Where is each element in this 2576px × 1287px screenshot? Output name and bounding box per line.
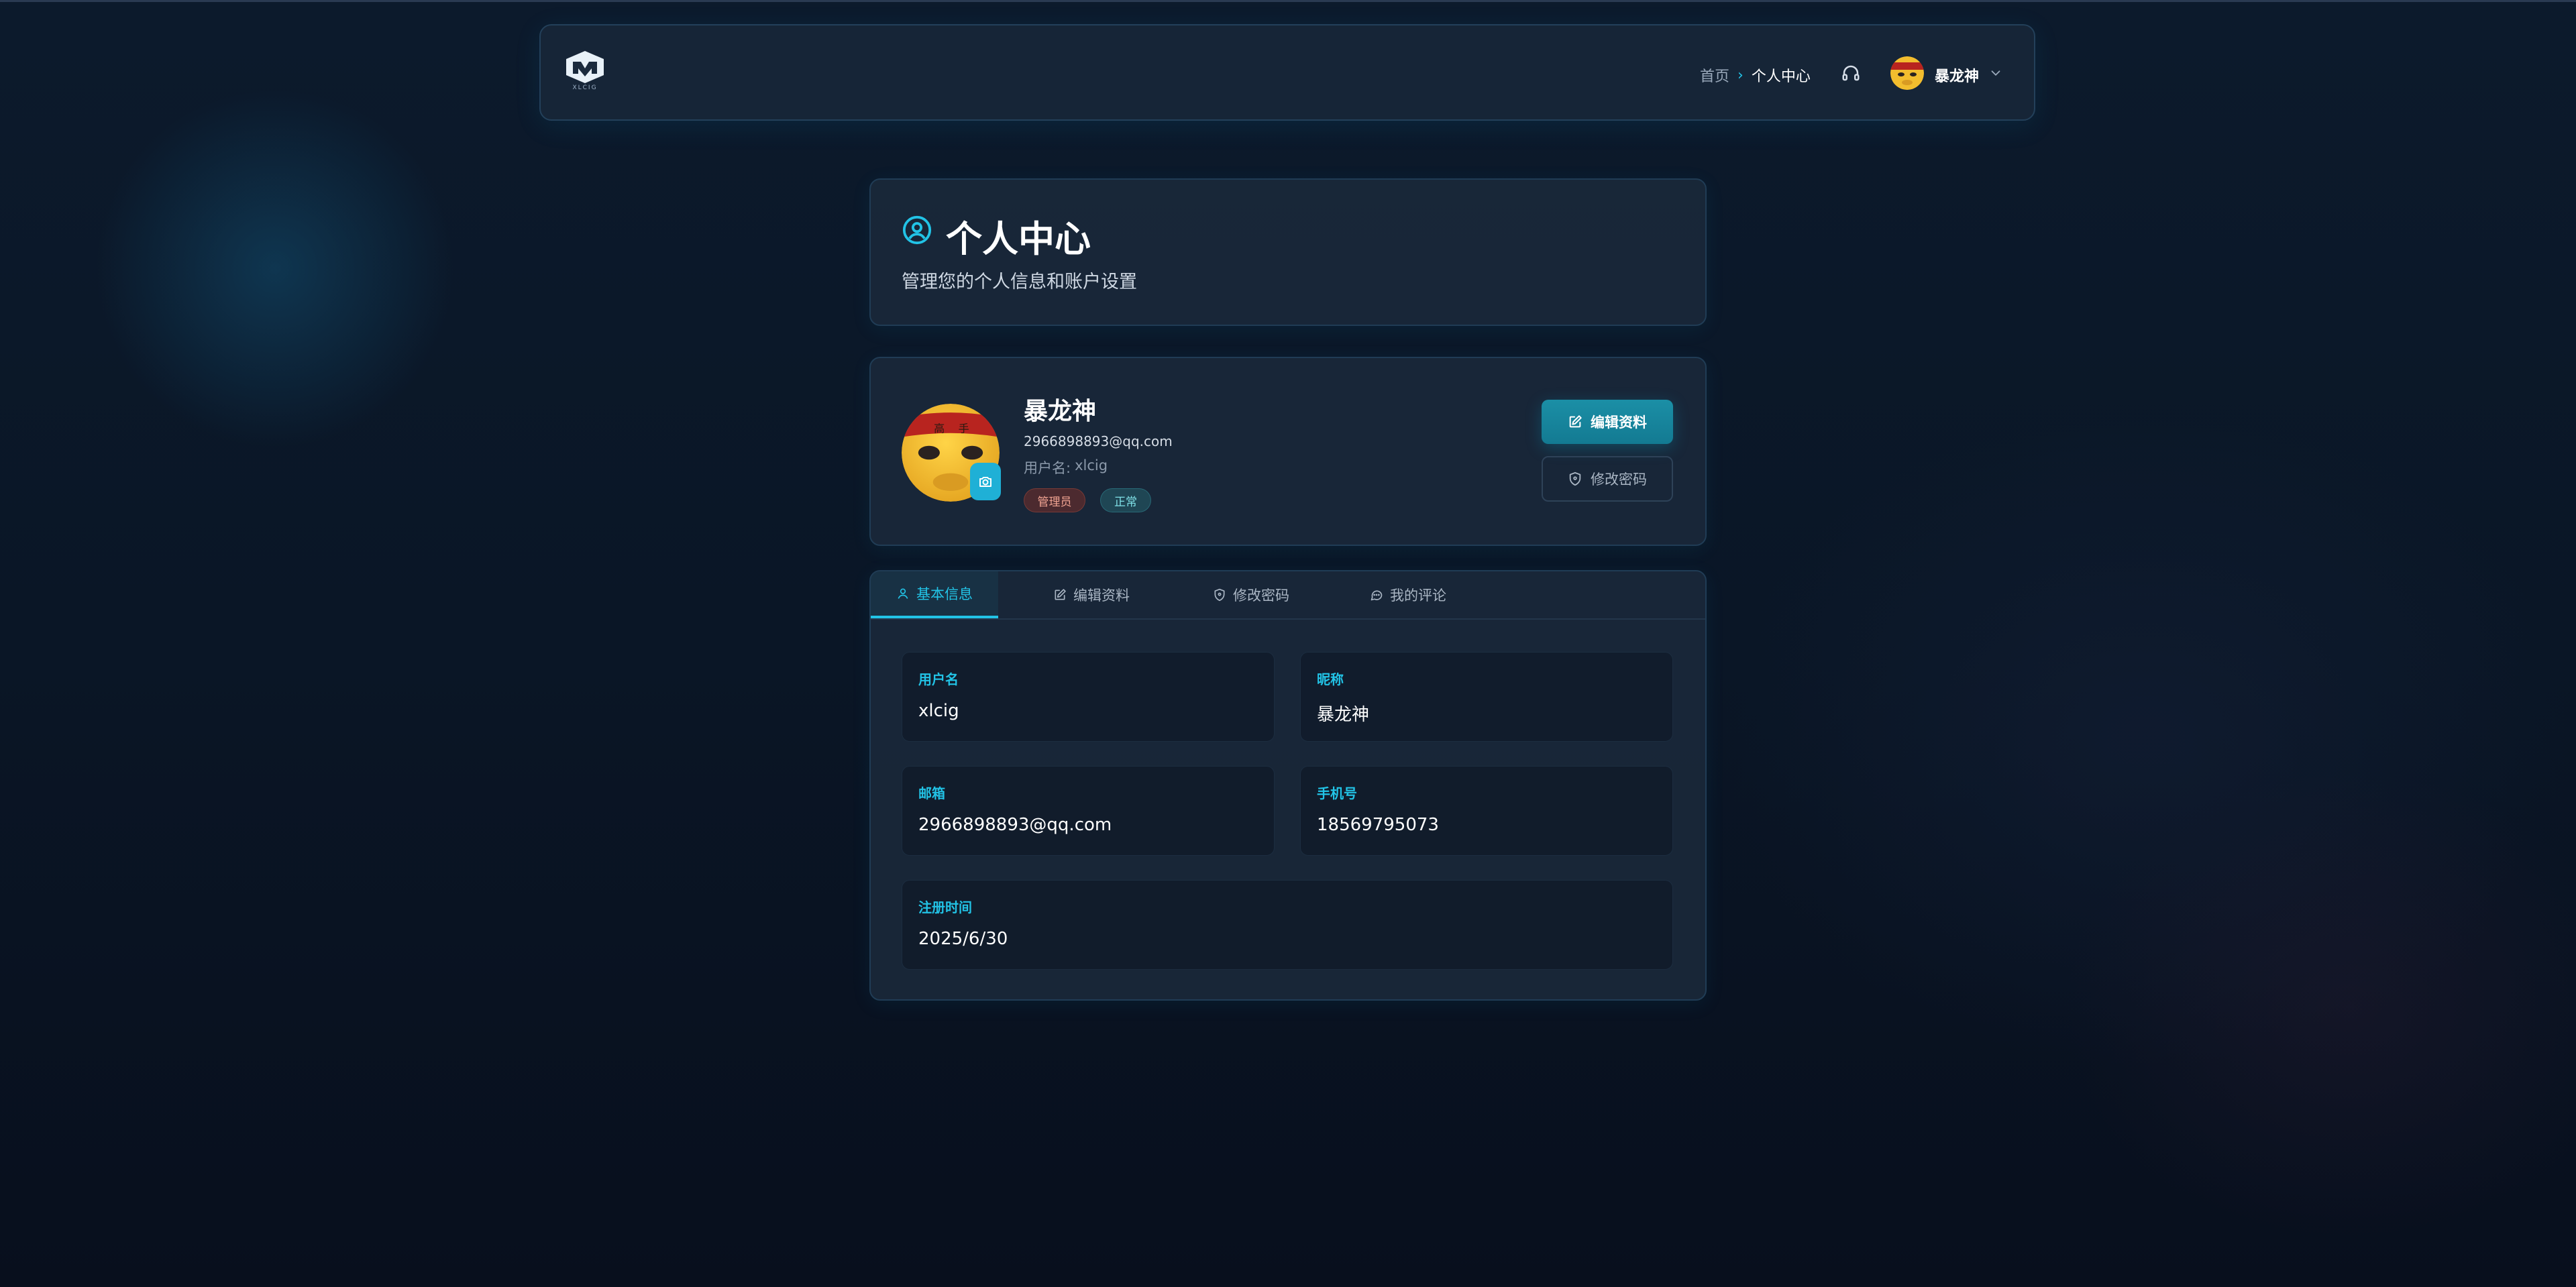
tab-my-comments[interactable]: 我的评论	[1370, 571, 1446, 618]
field-phone-label: 手机号	[1317, 785, 1357, 801]
edit-icon	[1569, 415, 1582, 428]
field-username: 用户名 xlcig	[902, 652, 1275, 742]
page-subtitle: 管理您的个人信息和账户设置	[902, 272, 1137, 292]
tab-change-password[interactable]: 修改密码	[1213, 571, 1289, 618]
profile-details-card: 基本信息 编辑资料 修改密码 我的评论 用户名 xlcig 昵称 暴龙神 邮箱 …	[869, 570, 1707, 1001]
shield-icon	[1214, 588, 1225, 602]
profile-summary-card: 高 手 暴龙神 2966898893@qq.com 用户名: xlcig 管理员…	[869, 357, 1707, 546]
svg-text:手: 手	[959, 422, 969, 435]
page-title: 个人中心	[946, 218, 1091, 260]
avatar[interactable]	[1890, 56, 1924, 90]
field-registered-value: 2025/6/30	[918, 929, 1008, 949]
breadcrumb-current: 个人中心	[1751, 68, 1811, 85]
profile-username-label: 用户名:	[1024, 460, 1071, 476]
breadcrumb-home-link[interactable]: 首页	[1700, 64, 1729, 86]
field-username-value: xlcig	[918, 701, 959, 721]
breadcrumb: 首页 › 个人中心	[1700, 64, 1811, 86]
user-icon	[898, 588, 908, 599]
shield-icon	[1569, 471, 1581, 486]
tab-bar: 基本信息 编辑资料 修改密码 我的评论	[871, 571, 1705, 620]
change-avatar-button[interactable]	[970, 463, 1001, 500]
field-nickname-value: 暴龙神	[1317, 705, 1370, 725]
tab-basic-info[interactable]: 基本信息	[871, 571, 998, 618]
field-nickname: 昵称 暴龙神	[1300, 652, 1673, 742]
field-username-label: 用户名	[918, 671, 959, 687]
change-password-label: 修改密码	[1591, 471, 1647, 488]
tab-change-password-label: 修改密码	[1233, 587, 1289, 604]
logo[interactable]: XLCIG	[564, 50, 606, 97]
profile-email: 2966898893@qq.com	[1024, 433, 1173, 449]
breadcrumb-separator: ›	[1737, 66, 1743, 84]
logo-icon	[566, 51, 604, 83]
profile-name: 暴龙神	[1024, 398, 1097, 425]
camera-icon	[979, 477, 991, 487]
profile-username: 用户名: xlcig	[1024, 457, 1108, 478]
edit-profile-label: 编辑资料	[1591, 414, 1647, 431]
field-nickname-label: 昵称	[1317, 671, 1344, 687]
header-username[interactable]: 暴龙神	[1935, 64, 1979, 86]
field-phone-value: 18569795073	[1317, 815, 1439, 835]
user-circle-icon	[902, 215, 932, 245]
field-email-label: 邮箱	[918, 785, 945, 801]
change-password-button[interactable]: 修改密码	[1542, 456, 1673, 502]
tab-edit-profile-label: 编辑资料	[1073, 587, 1130, 604]
svg-text:高: 高	[934, 422, 945, 435]
status-badge: 正常	[1100, 488, 1151, 512]
top-header: XLCIG 首页 › 个人中心 暴龙神	[539, 24, 2035, 121]
tab-edit-profile[interactable]: 编辑资料	[1053, 571, 1130, 618]
field-registered-label: 注册时间	[918, 899, 972, 915]
tab-basic-info-label: 基本信息	[916, 586, 973, 602]
field-email-value: 2966898893@qq.com	[918, 815, 1112, 835]
logo-text: XLCIG	[572, 85, 598, 91]
field-email: 邮箱 2966898893@qq.com	[902, 766, 1275, 856]
chevron-down-icon[interactable]	[1988, 66, 2003, 80]
profile-username-value: xlcig	[1075, 457, 1108, 473]
field-registered: 注册时间 2025/6/30	[902, 880, 1673, 970]
headset-icon[interactable]	[1841, 63, 1861, 83]
comment-icon	[1371, 590, 1383, 601]
tab-my-comments-label: 我的评论	[1390, 587, 1446, 604]
field-phone: 手机号 18569795073	[1300, 766, 1673, 856]
edit-icon	[1055, 589, 1066, 600]
top-border	[0, 0, 2576, 2]
page-title-card: 个人中心 管理您的个人信息和账户设置	[869, 178, 1707, 326]
edit-profile-button[interactable]: 编辑资料	[1542, 400, 1673, 444]
role-badge: 管理员	[1024, 488, 1085, 512]
